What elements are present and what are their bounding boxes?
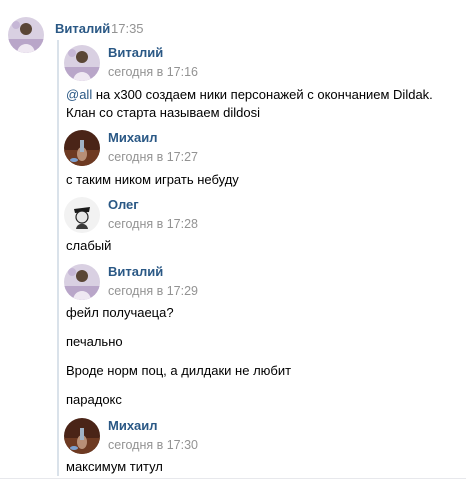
user-photo-avatar-icon <box>64 197 100 233</box>
forwarded-time[interactable]: сегодня в 17:28 <box>108 217 198 231</box>
user-photo-avatar-icon <box>8 17 44 53</box>
message-text-line: фейл получаеца? <box>66 305 174 320</box>
forwarded-time[interactable]: сегодня в 17:29 <box>108 284 198 298</box>
forwarded-avatar-vitaly[interactable] <box>64 45 100 81</box>
forwarded-time[interactable]: сегодня в 17:27 <box>108 150 198 164</box>
sender-avatar[interactable] <box>8 17 44 53</box>
message-text-line: парадокс <box>66 392 122 407</box>
forwarded-author-name[interactable]: Михаил <box>108 418 158 433</box>
message-text-line: слабый <box>66 238 112 253</box>
message-text-line: с таким ником играть небуду <box>66 172 239 187</box>
forwarded-avatar-vitaly[interactable] <box>64 264 100 300</box>
message-text-line: на x300 создаем ники персонажей с оконча… <box>95 87 433 102</box>
message-text: @all на x300 создаем ники персонажей с о… <box>66 86 433 104</box>
forwarded-time[interactable]: сегодня в 17:16 <box>108 65 198 79</box>
mention-link[interactable]: @all <box>66 87 92 102</box>
user-photo-avatar-icon <box>64 130 100 166</box>
forwarded-avatar-mikhail[interactable] <box>64 418 100 454</box>
message-time[interactable]: 17:35 <box>111 21 144 36</box>
message-text-line: печально <box>66 334 123 349</box>
message-text-line: Клан со старта называем dildosi <box>66 105 260 120</box>
forwarded-author-name[interactable]: Олег <box>108 197 139 212</box>
forwarded-author-name[interactable]: Виталий <box>108 45 163 60</box>
sender-name[interactable]: Виталий <box>55 21 110 36</box>
divider <box>0 478 466 479</box>
forwarded-time[interactable]: сегодня в 17:30 <box>108 438 198 452</box>
user-photo-avatar-icon <box>64 45 100 81</box>
message-text-line: максимум титул <box>66 459 163 474</box>
forwarded-author-name[interactable]: Виталий <box>108 264 163 279</box>
user-photo-avatar-icon <box>64 264 100 300</box>
forwarded-messages-bar <box>57 40 59 476</box>
user-photo-avatar-icon <box>64 418 100 454</box>
forwarded-avatar-oleg[interactable] <box>64 197 100 233</box>
message-text-line: Вроде норм поц, а дилдаки не любит <box>66 363 292 378</box>
forwarded-author-name[interactable]: Михаил <box>108 130 158 145</box>
forwarded-avatar-mikhail[interactable] <box>64 130 100 166</box>
